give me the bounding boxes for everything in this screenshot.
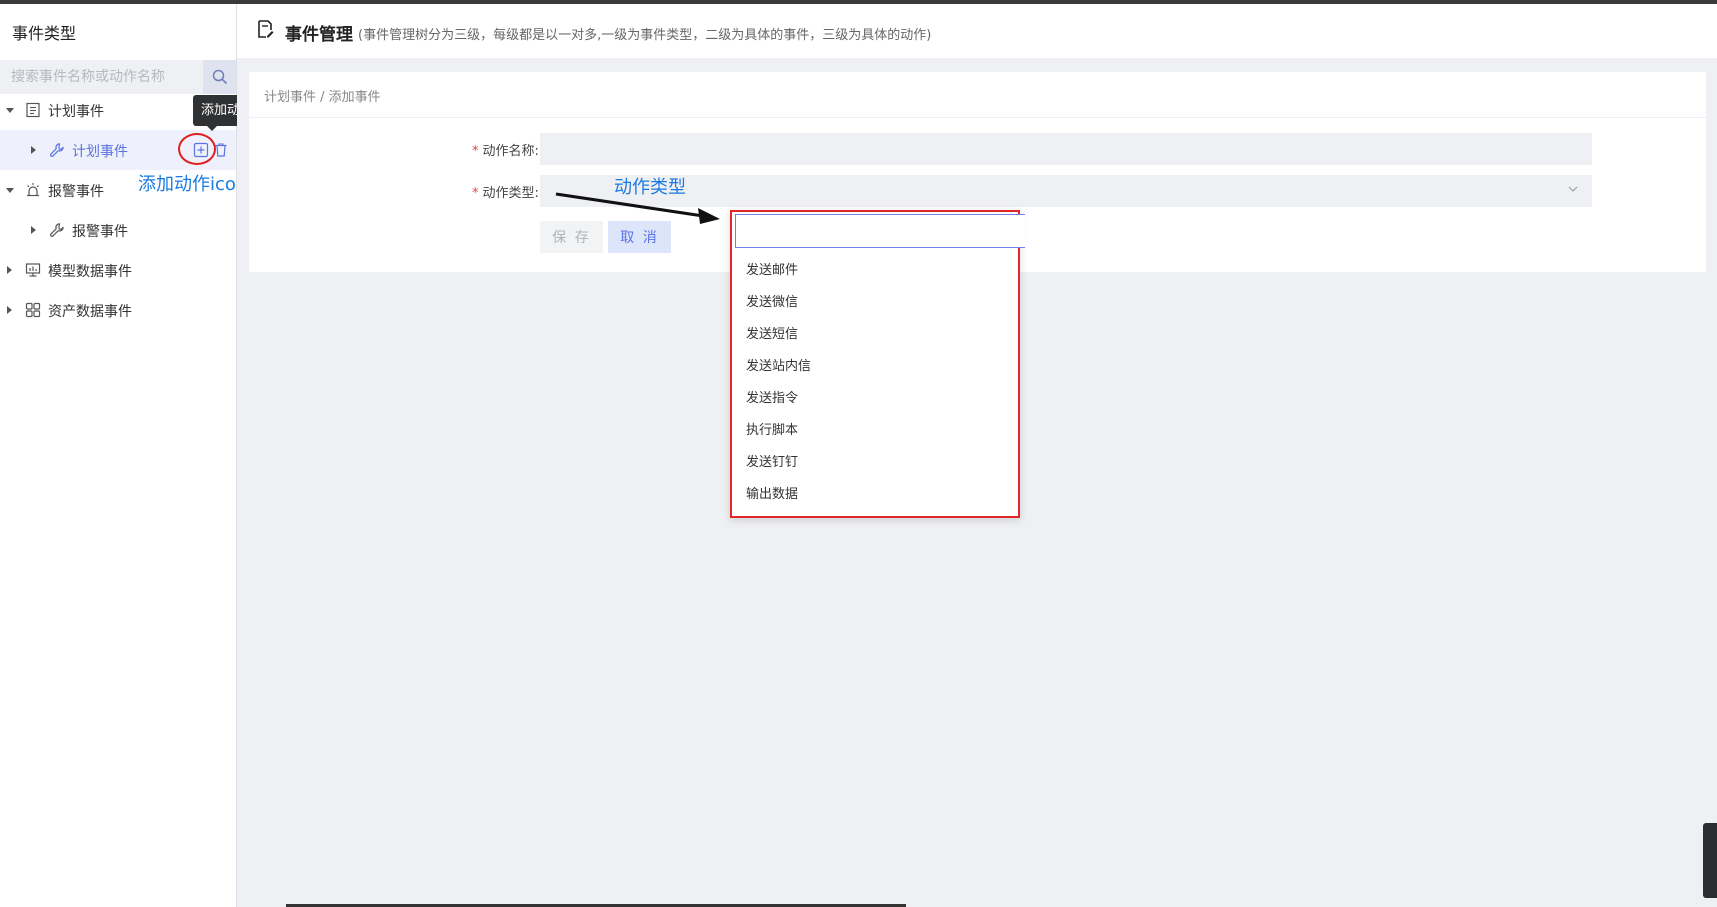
alarm-light-icon	[27, 183, 39, 197]
tree-node-label: 计划事件	[48, 104, 104, 120]
tree-node-alarm-event-child[interactable]: 报警事件	[0, 210, 236, 250]
required-mark: *	[472, 144, 479, 159]
search-input[interactable]	[0, 60, 203, 94]
dropdown-option[interactable]: 输出数据	[746, 484, 811, 516]
action-name-input[interactable]	[540, 133, 1592, 165]
breadcrumb: 计划事件 / 添加事件	[264, 90, 381, 105]
caret-right-icon[interactable]	[31, 226, 36, 234]
dropdown-option[interactable]: 发送钉钉	[746, 452, 811, 484]
dropdown-options: 发送邮件 发送微信 发送短信 发送站内信 发送指令 执行脚本 发送钉钉 输出数据	[746, 260, 811, 516]
annotation-arrow-icon	[555, 192, 720, 224]
tree-node-label: 模型数据事件	[48, 264, 132, 280]
action-type-dropdown: 发送邮件 发送微信 发送短信 发送站内信 发送指令 执行脚本 发送钉钉 输出数据	[730, 210, 1025, 518]
page-title: 事件管理	[285, 25, 353, 45]
add-action-icon-annotation: 添加动作icon	[138, 174, 248, 195]
action-name-label: * 动作名称:	[472, 140, 539, 159]
floating-widget[interactable]	[1703, 823, 1717, 898]
tree-node-label: 报警事件	[48, 184, 104, 200]
edit-document-icon	[258, 20, 274, 38]
caret-down-icon[interactable]	[6, 108, 14, 113]
action-type-label-text: 动作类型:	[482, 186, 539, 201]
action-name-label-text: 动作名称:	[482, 144, 539, 159]
page-description: (事件管理树分为三级，每级都是以一对多,一级为事件类型，二级为具体的事件，三级为…	[358, 28, 932, 43]
page-header: 事件管理 (事件管理树分为三级，每级都是以一对多,一级为事件类型，二级为具体的事…	[237, 4, 1717, 58]
sidebar-title: 事件类型	[12, 24, 77, 43]
divider	[249, 117, 1706, 118]
tree-node-label: 资产数据事件	[48, 304, 132, 320]
dropdown-search-input[interactable]	[735, 214, 1025, 248]
document-list-icon	[26, 102, 40, 118]
required-mark: *	[472, 186, 479, 201]
tree-node-label: 计划事件	[72, 144, 128, 160]
dropdown-option[interactable]: 发送短信	[746, 324, 811, 356]
wrench-icon	[50, 143, 64, 157]
add-icon-highlight-circle	[178, 133, 216, 165]
search-button[interactable]	[203, 60, 236, 94]
action-type-label: * 动作类型:	[472, 182, 539, 201]
caret-down-icon[interactable]	[6, 188, 14, 193]
caret-right-icon[interactable]	[31, 146, 36, 154]
tree-node-label: 报警事件	[72, 224, 128, 240]
chevron-down-icon	[1568, 186, 1578, 192]
dropdown-option[interactable]: 发送站内信	[746, 356, 811, 388]
dropdown-option[interactable]: 发送微信	[746, 292, 811, 324]
grid-apps-icon	[25, 302, 41, 318]
search-icon	[212, 69, 227, 85]
dropdown-option[interactable]: 发送指令	[746, 388, 811, 420]
search-box	[0, 60, 236, 94]
tree-node-model-data-events[interactable]: 模型数据事件	[0, 250, 236, 290]
caret-right-icon[interactable]	[7, 306, 12, 314]
monitor-chart-icon	[25, 263, 41, 277]
dropdown-option[interactable]: 执行脚本	[746, 420, 811, 452]
dropdown-option[interactable]: 发送邮件	[746, 260, 811, 292]
wrench-icon	[50, 223, 64, 237]
caret-right-icon[interactable]	[7, 266, 12, 274]
tree-node-asset-data-events[interactable]: 资产数据事件	[0, 290, 236, 330]
